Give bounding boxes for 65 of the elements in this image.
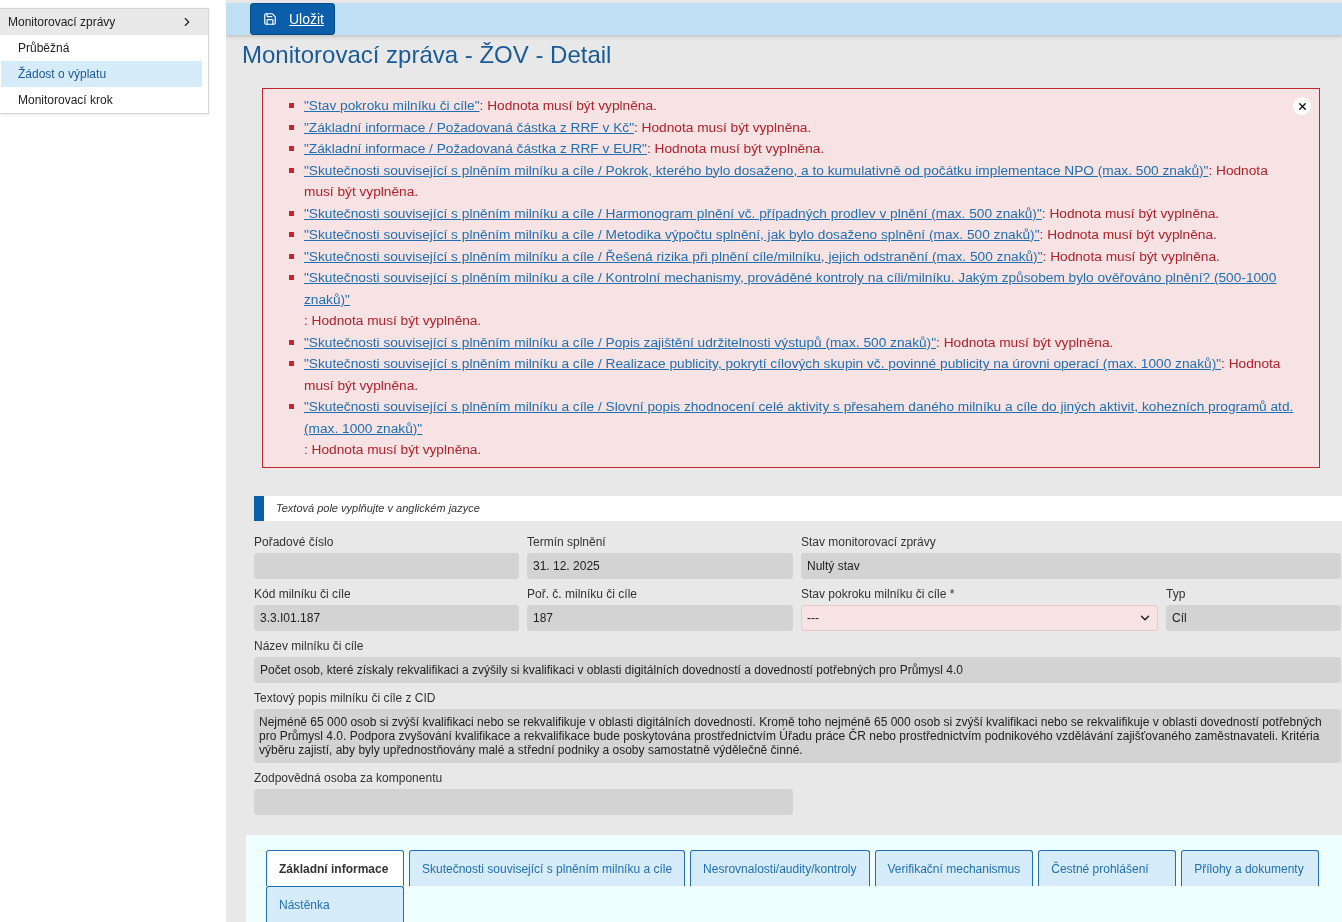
- error-link[interactable]: "Základní informace / Požadovaná částka z RRF v EUR": [304, 138, 647, 160]
- close-button[interactable]: [1293, 97, 1311, 115]
- error-message: "Skutečnosti související s plněním milníku a cíle / Řešená rizika při plnění cíle/milníku, jejich odstranění (max. 500 znaků)": Hodnota musí být vyplněna.: [304, 245, 1299, 267]
- bullet-icon: [289, 253, 294, 259]
- input-field[interactable]: Nultý stav: [801, 553, 1341, 579]
- field-label: Typ: [1166, 587, 1187, 601]
- error-link[interactable]: "Skutečnosti související s plněním milníku a cíle / Harmonogram plnění vč. případných prodlev v plnění (max. 500 znaků)": [304, 202, 1042, 224]
- tab[interactable]: Základní informace: [266, 850, 404, 886]
- error-message: "Skutečnosti související s plněním milníku a cíle / Metodika výpočtu splnění, jak bylo dosaženo splnění (max. 500 znaků)": Hodnota musí být vyplněna.: [304, 224, 1299, 246]
- tab[interactable]: Skutečnosti související s plněním milníku a cíle: [409, 850, 686, 886]
- error-link[interactable]: "Skutečnosti související s plněním milníku a cíle / Kontrolní mechanismy, prováděné kontroly na cíli/milníku. Jakým způsobem bylo ověřováno plnění? (500-1000 znaků)": [304, 267, 1299, 310]
- tab[interactable]: Čestné prohlášení: [1038, 850, 1177, 886]
- bullet-icon: [289, 124, 294, 130]
- menu-item[interactable]: Průběžná: [1, 35, 202, 61]
- input-field[interactable]: 3.3.I01.187: [254, 605, 519, 631]
- save-icon: [263, 12, 277, 26]
- tab[interactable]: Nástěnka: [266, 886, 404, 922]
- error-link[interactable]: "Základní informace / Požadovaná částka z RRF v Kč": [304, 116, 634, 138]
- close-icon: [1296, 100, 1308, 112]
- error-message: "Skutečnosti související s plněním milníku a cíle / Slovní popis zhodnocení celé aktivity s přesahem daného milníku a cíle do jiných aktivit, kohezních programů atd. (max. 1000 znaků)" : Hodnota musí být vyplněna.: [304, 396, 1299, 461]
- error-message: "Stav pokroku milníku či cíle": Hodnota musí být vyplněna.: [304, 95, 1299, 117]
- field-label: Název milníku či cíle: [254, 639, 365, 653]
- page-title: Monitorovací zpráva - ŽOV - Detail: [242, 41, 613, 69]
- field-label: Textový popis milníku či cíle z CID: [254, 691, 437, 705]
- bullet-icon: [289, 146, 294, 151]
- info-note: Textová pole vyplňujte v anglickém jazyce: [254, 495, 1342, 521]
- tab[interactable]: Přílohy a dokumenty: [1181, 850, 1320, 886]
- error-link[interactable]: "Stav pokroku milníku či cíle": [304, 95, 480, 117]
- text-area[interactable]: Nejméně 65 000 osob si zvýší kvalifikaci nebo se rekvalifikuje v oblasti digitálních dovedností. Kromě toho nejméně 65 000 osob si zvýší kvalifikaci nebo se rekvalifikuje v oblasti dovedností potřebných pro Průmysl 4.0. Podpora zvyšování kvalifikace a rekvalifikace bude poskytována prostřednictvím Úřadu práce ČR nebo prostřednictvím podnikového vzdělávání zajišťovaného zaměstnavateli. Kritéria výběru zajistí, aby byly upřednostňovány malé a střední podniky a osoby samostatně výdělečně činné.: [254, 709, 1341, 763]
- tab[interactable]: Verifikační mechanismus: [874, 850, 1034, 886]
- error-link[interactable]: "Skutečnosti související s plněním milníku a cíle / Řešená rizika při plnění cíle/milníku, jejich odstranění (max. 500 znaků)": [304, 245, 1043, 267]
- bullet-icon: [289, 275, 294, 280]
- field-label: Poř. č. milníku či cíle: [527, 587, 639, 601]
- field-label: Stav pokroku milníku či cíle *: [801, 587, 956, 601]
- field-label: Zodpovědná osoba za komponentu: [254, 771, 444, 785]
- field-label: Termín splnění: [527, 535, 607, 549]
- field-label: Pořadové číslo: [254, 535, 335, 549]
- error-message: "Skutečnosti související s plněním milníku a cíle / Kontrolní mechanismy, prováděné kontroly na cíli/milníku. Jakým způsobem bylo ověřováno plnění? (500-1000 znaků)" : Hodnota musí být vyplněna.: [304, 267, 1299, 332]
- input-field[interactable]: 31. 12. 2025: [527, 553, 793, 579]
- field-label: Kód milníku či cíle: [254, 587, 352, 601]
- bullet-icon: [289, 361, 294, 366]
- select-field[interactable]: ---: [801, 605, 1158, 631]
- input-field[interactable]: Počet osob, které získaly rekvalifikaci a zvýšily si kvalifikaci v oblasti digitálních dovedností a dovedností potřebných pro Průmysl 4.0: [254, 657, 1341, 683]
- bullet-icon: [289, 339, 294, 345]
- error-message: "Skutečnosti související s plněním milníku a cíle / Pokrok, kterého bylo dosaženo, a to kumulativně od počátku implementace NPO (max. 500 znaků)": Hodnota musí být vyplněna.: [304, 159, 1299, 203]
- input-field[interactable]: 187: [527, 605, 793, 631]
- menu-header[interactable]: Monitorovací zprávy: [0, 9, 208, 35]
- error-message: "Skutečnosti související s plněním milníku a cíle / Realizace publicity, pokrytí cílových skupin vč. povinné publicity na úrovni operací (max. 1000 znaků)": Hodnota musí být vyplněna.: [304, 353, 1299, 396]
- menu-item[interactable]: Monitorovací krok: [1, 87, 202, 113]
- menu-item[interactable]: Žádost o výplatu: [1, 61, 202, 87]
- error-message: "Skutečnosti související s plněním milníku a cíle / Harmonogram plnění vč. případných prodlev v plnění (max. 500 znaků)": Hodnota musí být vyplněna.: [304, 202, 1299, 224]
- field-label: Stav monitorovací zprávy: [801, 535, 937, 549]
- bullet-icon: [289, 167, 294, 173]
- input-field[interactable]: Cíl: [1166, 605, 1341, 631]
- error-message: "Skutečnosti související s plněním milníku a cíle / Popis zajištění udržitelnosti výstupů (max. 500 znaků)": Hodnota musí být vyplněna.: [304, 331, 1299, 353]
- save-button[interactable]: Uložit: [250, 3, 335, 35]
- bullet-icon: [289, 210, 294, 216]
- error-link[interactable]: "Skutečnosti související s plněním milníku a cíle / Slovní popis zhodnocení celé aktivity s přesahem daného milníku a cíle do jiných aktivit, kohezních programů atd. (max. 1000 znaků)": [304, 396, 1299, 439]
- bullet-icon: [289, 232, 294, 237]
- bullet-icon: [289, 103, 294, 108]
- bullet-icon: [289, 404, 294, 409]
- error-message: "Základní informace / Požadovaná částka z RRF v Kč": Hodnota musí být vyplněna.: [304, 116, 1299, 138]
- error-message: "Základní informace / Požadovaná částka z RRF v EUR": Hodnota musí být vyplněna.: [304, 138, 1299, 160]
- tab[interactable]: Nesrovnalosti/audity/kontroly: [690, 850, 870, 886]
- error-link[interactable]: "Skutečnosti související s plněním milníku a cíle / Metodika výpočtu splnění, jak bylo dosaženo splnění (max. 500 znaků)": [304, 224, 1040, 246]
